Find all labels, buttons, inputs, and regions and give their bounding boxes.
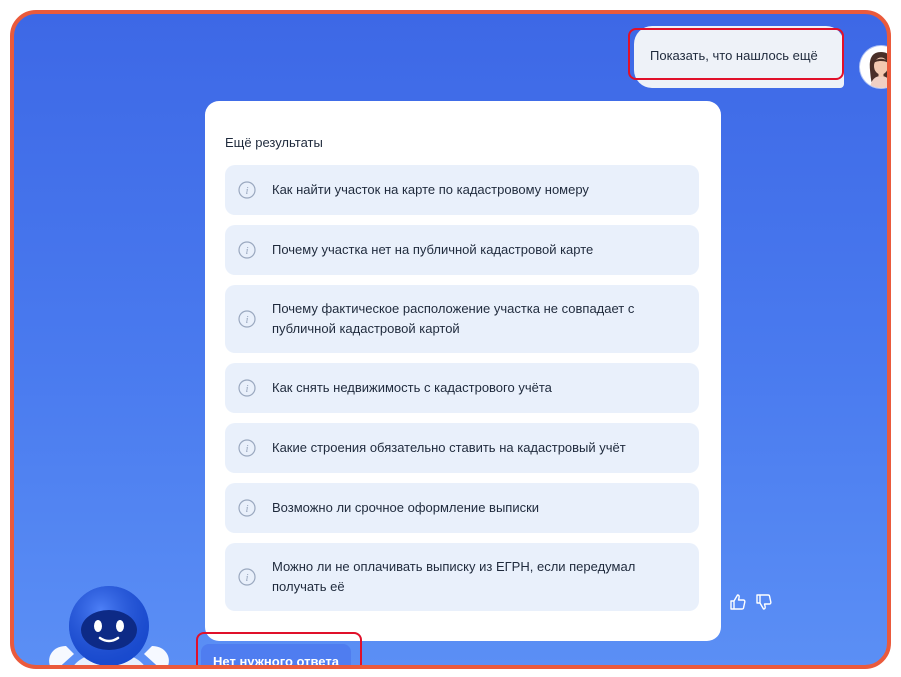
svg-text:i: i [245,383,248,395]
result-item[interactable]: i Как снять недвижимость с кадастрового … [225,363,699,413]
result-item-label: Можно ли не оплачивать выписку из ЕГРН, … [272,559,636,594]
chat-window: Показать, что нашлось ещё Ещё результаты… [10,10,891,669]
svg-text:i: i [245,245,248,257]
info-icon: i [238,568,256,586]
thumbs-down-icon[interactable] [754,592,774,612]
user-avatar [860,46,887,88]
result-item[interactable]: i Почему участка нет на публичной кадаст… [225,225,699,275]
result-item-label: Почему участка нет на публичной кадастро… [272,242,594,257]
result-item[interactable]: i Можно ли не оплачивать выписку из ЕГРН… [225,543,699,611]
result-item-label: Какие строения обязательно ставить на ка… [272,440,626,455]
svg-text:i: i [245,185,248,197]
assistant-robot-mascot [44,574,174,665]
svg-text:i: i [245,443,248,455]
info-icon: i [238,181,256,199]
svg-text:i: i [245,572,248,584]
thumbs-up-icon[interactable] [728,592,748,612]
robot-icon [49,586,169,665]
result-item[interactable]: i Какие строения обязательно ставить на … [225,423,699,473]
info-icon: i [238,241,256,259]
svg-text:i: i [245,314,248,326]
info-icon: i [238,379,256,397]
results-card: Ещё результаты i Как найти участок на ка… [205,101,721,641]
result-item-label: Как найти участок на карте по кадастрово… [272,182,589,197]
info-icon: i [238,310,256,328]
info-icon: i [238,439,256,457]
user-message-highlight [628,28,844,80]
result-item-label: Возможно ли срочное оформление выписки [272,500,540,515]
results-card-title: Ещё результаты [225,135,323,150]
result-item[interactable]: i Как найти участок на карте по кадастро… [225,165,699,215]
result-item[interactable]: i Возможно ли срочное оформление выписки [225,483,699,533]
result-item-label: Как снять недвижимость с кадастрового уч… [272,380,552,395]
result-item-label: Почему фактическое расположение участка … [272,301,635,336]
info-icon: i [238,499,256,517]
user-avatar-icon [860,46,887,88]
no-answer-highlight [196,632,362,665]
result-item[interactable]: i Почему фактическое расположение участк… [225,285,699,353]
svg-text:i: i [245,503,248,515]
